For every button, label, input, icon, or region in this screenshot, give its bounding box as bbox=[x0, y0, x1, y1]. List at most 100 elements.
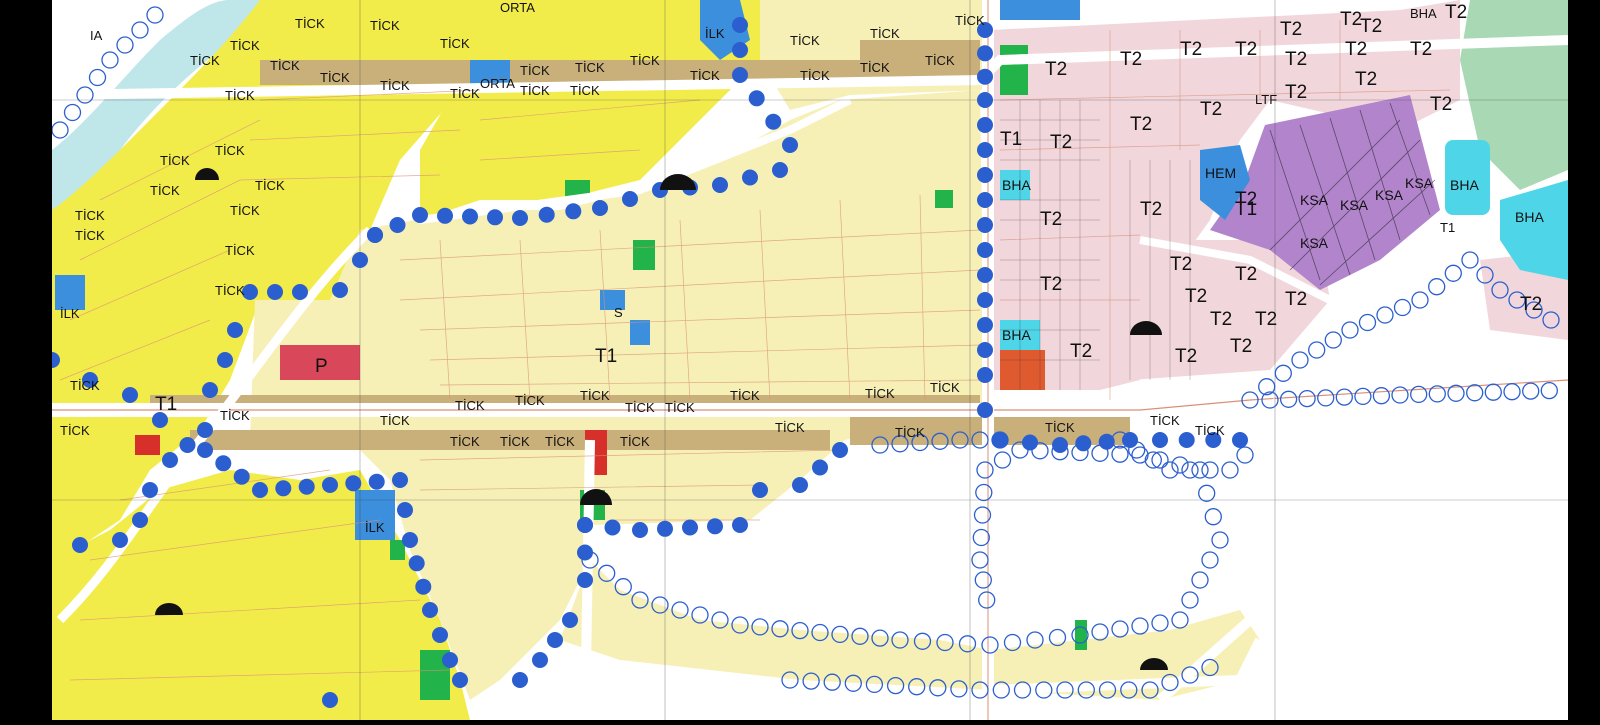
bha-label: BHA bbox=[1002, 327, 1031, 343]
protection-circle-icon bbox=[352, 252, 368, 268]
protection-circle-icon bbox=[977, 92, 993, 108]
protection-circle-icon bbox=[732, 42, 748, 58]
protection-circle-icon bbox=[832, 442, 848, 458]
protection-circle-icon bbox=[332, 282, 348, 298]
protection-circle-icon bbox=[562, 612, 578, 628]
bha-label: BHA bbox=[1450, 177, 1479, 193]
protection-circle-icon bbox=[977, 192, 993, 208]
protection-circle-icon bbox=[112, 532, 128, 548]
protection-circle-icon bbox=[422, 602, 438, 618]
ltf-label: LTF bbox=[1255, 92, 1277, 107]
tick-label: TİCK bbox=[1150, 413, 1180, 428]
ksa-label: KSA bbox=[1405, 175, 1434, 191]
protection-circle-icon bbox=[977, 167, 993, 183]
tick-label: TİCK bbox=[220, 408, 250, 423]
t2-label: T2 bbox=[1235, 264, 1257, 285]
protection-circle-icon bbox=[752, 482, 768, 498]
t2-label: T2 bbox=[1520, 294, 1542, 315]
protection-circle-icon bbox=[1178, 432, 1195, 448]
protection-circle-icon bbox=[415, 578, 432, 595]
protection-circle-icon bbox=[345, 475, 362, 492]
tick-label: TİCK bbox=[75, 208, 105, 223]
protection-circle-icon bbox=[267, 284, 283, 300]
power-substation-3 bbox=[135, 435, 160, 455]
t2-label: T2 bbox=[1140, 199, 1162, 220]
ksa-label: KSA bbox=[1340, 197, 1369, 213]
protection-circle-icon bbox=[772, 162, 788, 178]
ksa-label: KSA bbox=[1300, 192, 1329, 208]
protection-circle-icon bbox=[487, 209, 503, 226]
t2-label: T2 bbox=[1040, 209, 1062, 230]
protection-circle-icon bbox=[812, 459, 828, 476]
bha-label: BHA bbox=[1002, 177, 1031, 193]
tick-label: TİCK bbox=[790, 33, 820, 48]
protection-circle-icon bbox=[462, 208, 478, 225]
ilk-label: İLK bbox=[705, 26, 725, 41]
t1-label: T1 bbox=[155, 394, 177, 415]
tick-label: TİCK bbox=[60, 423, 90, 438]
t1-label: T1 bbox=[595, 346, 617, 367]
protection-circle-icon bbox=[977, 267, 993, 283]
t2-label: T2 bbox=[1285, 49, 1307, 70]
protection-circle-icon bbox=[179, 437, 196, 453]
tick-label: TİCK bbox=[190, 53, 220, 68]
protection-circle-icon bbox=[217, 352, 233, 368]
protection-circle-icon bbox=[1022, 434, 1038, 451]
protection-circle-icon bbox=[977, 292, 993, 308]
protection-circle-icon bbox=[142, 482, 158, 498]
parking-label: P bbox=[315, 356, 328, 377]
tick-label: TİCK bbox=[570, 83, 600, 98]
protection-circle-icon bbox=[132, 512, 148, 528]
protection-circle-icon bbox=[547, 632, 563, 648]
protection-circle-icon bbox=[732, 517, 748, 533]
protection-circle-icon bbox=[1098, 433, 1115, 450]
t2-label: T2 bbox=[1410, 39, 1432, 60]
protection-circle-icon bbox=[1075, 435, 1092, 452]
tick-label: TİCK bbox=[455, 398, 485, 413]
protection-circle-icon bbox=[604, 519, 621, 536]
tick-label: TİCK bbox=[440, 36, 470, 51]
protection-circle-icon bbox=[437, 207, 453, 224]
tick-label: TİCK bbox=[75, 228, 105, 243]
ia-label: IA bbox=[90, 28, 103, 43]
t2-label: T2 bbox=[1345, 39, 1367, 60]
t2-label: T2 bbox=[1170, 254, 1192, 275]
tick-label: TİCK bbox=[230, 38, 260, 53]
t2-label: T2 bbox=[1175, 346, 1197, 367]
tick-label: TİCK bbox=[925, 53, 955, 68]
protection-circle-icon bbox=[977, 142, 993, 158]
green-2 bbox=[633, 240, 655, 270]
t2-label: T2 bbox=[1235, 39, 1257, 60]
tick-label: TİCK bbox=[545, 434, 575, 449]
tick-label: TİCK bbox=[625, 400, 655, 415]
protection-circle-icon bbox=[707, 518, 723, 535]
t2-label: T2 bbox=[1340, 9, 1362, 30]
map-viewer[interactable]: TİCK TİCK TİCK TİCK TİCK TİCK TİCK TİCK … bbox=[0, 0, 1600, 721]
tick-label: TİCK bbox=[865, 386, 895, 401]
protection-circle-icon bbox=[432, 627, 448, 643]
protection-circle-icon bbox=[322, 692, 338, 708]
tick-label: TİCK bbox=[450, 86, 480, 101]
protection-circle-icon bbox=[977, 117, 993, 133]
protection-circle-icon bbox=[992, 432, 1008, 448]
protection-circle-icon bbox=[298, 478, 315, 495]
protection-circle-icon bbox=[1232, 432, 1248, 448]
tick-label: TİCK bbox=[1195, 423, 1225, 438]
protection-circle-icon bbox=[408, 555, 425, 572]
protection-circle-icon bbox=[765, 113, 782, 130]
protection-circle-icon bbox=[227, 322, 243, 338]
protection-circle-icon bbox=[577, 572, 593, 588]
t2-label: T2 bbox=[1200, 99, 1222, 120]
orta-label: ORTA bbox=[480, 76, 515, 91]
tick-label: TİCK bbox=[70, 378, 100, 393]
tick-label: TİCK bbox=[930, 380, 960, 395]
protection-circle-icon bbox=[252, 482, 268, 498]
tick-label: TİCK bbox=[295, 16, 325, 31]
tick-label: TİCK bbox=[955, 13, 985, 28]
protection-circle-icon bbox=[442, 652, 458, 668]
t1-label: T1 bbox=[1000, 129, 1022, 150]
green-6 bbox=[935, 190, 953, 208]
orta-label: ORTA bbox=[500, 0, 535, 15]
protection-circle-icon bbox=[977, 68, 993, 85]
zoning-map[interactable]: TİCK TİCK TİCK TİCK TİCK TİCK TİCK TİCK … bbox=[0, 0, 1600, 721]
